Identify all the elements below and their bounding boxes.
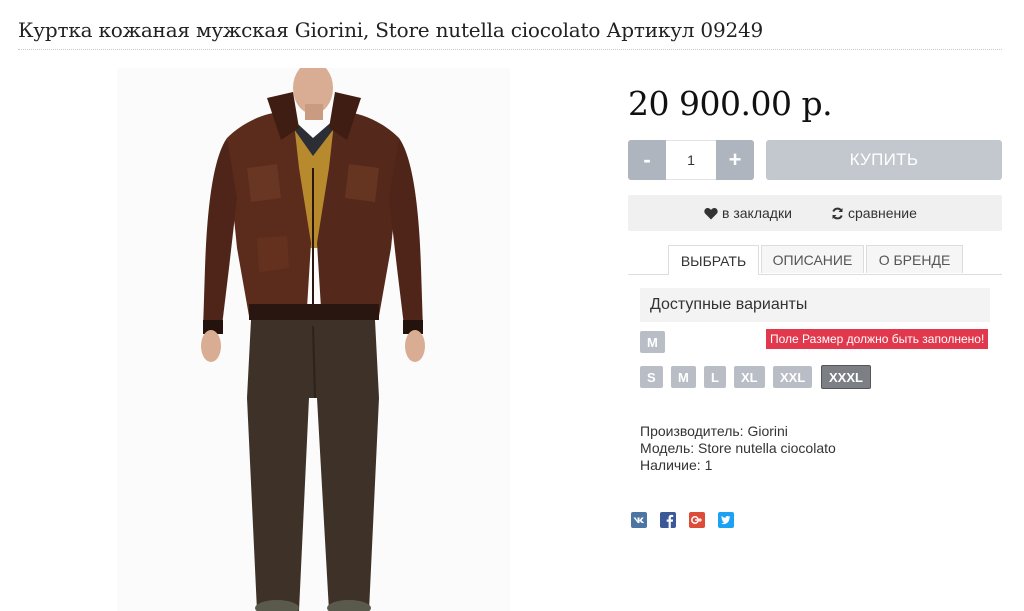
buy-button[interactable]: КУПИТЬ [766, 140, 1002, 180]
compare-button[interactable]: сравнение [831, 195, 917, 231]
twitter-icon [718, 512, 734, 528]
product-actions-bar: в закладки сравнение [628, 195, 1002, 231]
jacket-model-image [117, 68, 510, 611]
quantity-input[interactable] [666, 140, 716, 180]
facebook-icon [660, 512, 676, 528]
option-chip-m[interactable]: M [640, 331, 665, 353]
bookmark-label: в закладки [722, 205, 792, 221]
tab-choose[interactable]: ВЫБРАТЬ [668, 245, 759, 275]
size-chip-l[interactable]: L [704, 366, 726, 388]
title-divider [18, 49, 1002, 50]
google-plus-icon [689, 512, 705, 528]
product-title: Куртка кожаная мужская Giorini, Store nu… [18, 18, 764, 42]
facebook-share-button[interactable] [660, 512, 676, 528]
product-price: 20 900.00 р. [628, 84, 833, 123]
size-chip-s[interactable]: S [640, 366, 663, 388]
compare-label: сравнение [848, 205, 917, 221]
tab-description[interactable]: ОПИСАНИЕ [761, 245, 864, 273]
tab-brand[interactable]: О БРЕНДЕ [866, 245, 963, 273]
twitter-share-button[interactable] [718, 512, 734, 528]
refresh-icon [832, 207, 843, 219]
variants-heading: Доступные варианты [640, 288, 990, 322]
bookmark-button[interactable]: в закладки [704, 195, 792, 231]
size-chip-xxxl-selected[interactable]: XXXL [821, 365, 871, 389]
product-photo[interactable] [117, 68, 510, 611]
google-plus-share-button[interactable] [689, 512, 705, 528]
vk-share-button[interactable] [631, 512, 647, 528]
model-line: Модель: Store nutella ciocolato [640, 440, 836, 456]
size-chip-xxl[interactable]: XXL [773, 366, 813, 388]
stock-line: Наличие: 1 [640, 457, 713, 473]
quantity-decrease-button[interactable]: - [628, 140, 666, 180]
size-chip-xl[interactable]: XL [734, 366, 765, 388]
size-chip-m[interactable]: M [671, 366, 696, 388]
vk-icon [631, 512, 647, 528]
quantity-increase-button[interactable]: + [716, 140, 754, 180]
product-details: Производитель: Giorini Модель: Store nut… [640, 423, 836, 474]
product-tabs: ВЫБРАТЬ ОПИСАНИЕ О БРЕНДЕ [628, 245, 1002, 275]
heart-icon [704, 207, 718, 219]
manufacturer-line: Производитель: Giorini [640, 423, 788, 439]
size-error-message: Поле Размер должно быть заполнено! [766, 329, 989, 349]
